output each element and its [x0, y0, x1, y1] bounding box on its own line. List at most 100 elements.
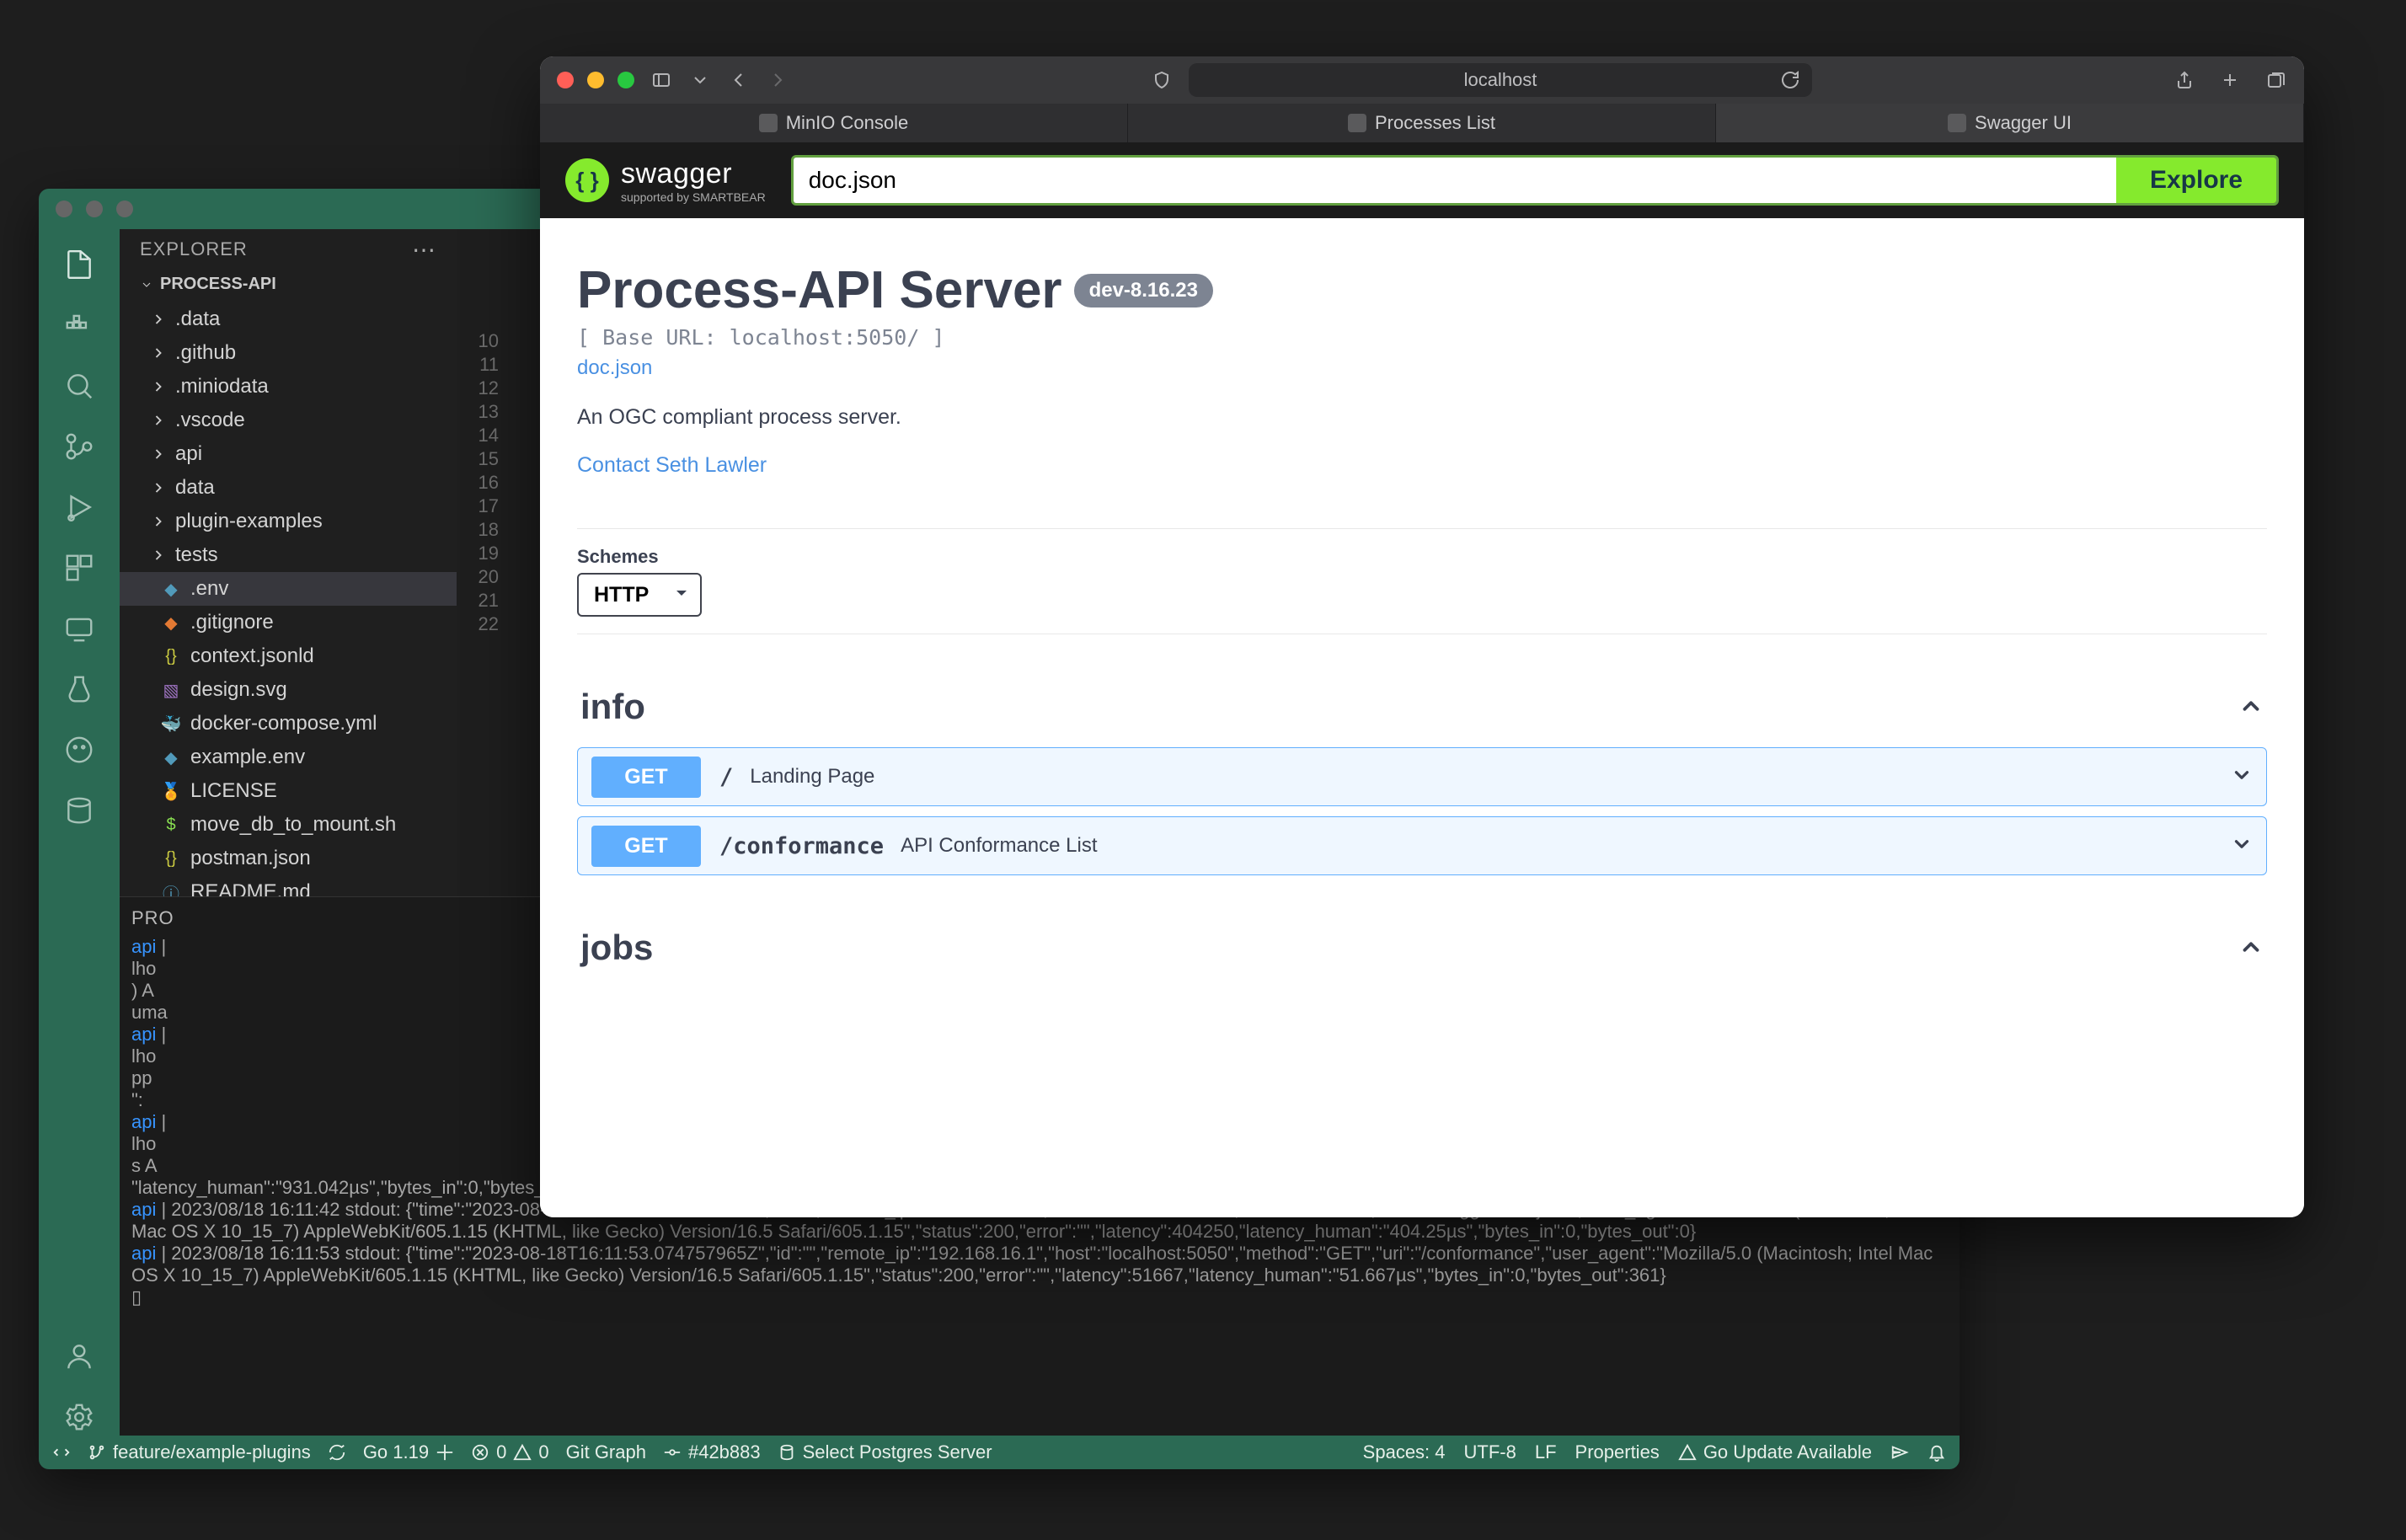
docker-icon[interactable]	[61, 307, 98, 344]
api-title: Process-API Server	[577, 260, 1062, 320]
folder-row[interactable]: plugin-examples	[120, 505, 457, 538]
chevron-up-icon	[2238, 687, 2264, 727]
sidebar-toggle-icon[interactable]	[650, 68, 673, 92]
status-problems[interactable]: 00	[471, 1441, 549, 1463]
schemes-select[interactable]: HTTP	[577, 573, 702, 617]
account-icon[interactable]	[61, 1338, 98, 1375]
chevron-down-icon[interactable]	[688, 68, 712, 92]
favicon	[759, 114, 778, 132]
file-row[interactable]: ◆example.env	[120, 741, 457, 774]
status-feedback-icon[interactable]	[1890, 1443, 1909, 1462]
source-control-icon[interactable]	[61, 428, 98, 465]
api-description: An OGC compliant process server.	[577, 405, 2267, 430]
version-badge: dev-8.16.23	[1074, 274, 1213, 307]
schemes-label: Schemes	[577, 546, 2267, 568]
traffic-close[interactable]	[56, 201, 72, 217]
shield-icon[interactable]	[1150, 68, 1174, 92]
chevron-up-icon	[2238, 928, 2264, 968]
traffic-max[interactable]	[618, 72, 634, 88]
operation-row[interactable]: GET/conformanceAPI Conformance List	[577, 816, 2267, 875]
file-row[interactable]: 🐳docker-compose.yml	[120, 707, 457, 741]
search-icon[interactable]	[61, 367, 98, 404]
status-remote[interactable]	[52, 1443, 71, 1462]
run-debug-icon[interactable]	[61, 489, 98, 526]
file-row[interactable]: {}postman.json	[120, 842, 457, 875]
explorer-icon[interactable]	[61, 246, 98, 283]
status-postgres[interactable]: Select Postgres Server	[778, 1441, 992, 1463]
file-icon: 🏅	[160, 780, 182, 802]
file-icon: ◆	[160, 746, 182, 768]
swagger-logo-icon: { }	[565, 158, 609, 202]
contact-link[interactable]: Contact Seth Lawler	[577, 453, 2267, 478]
op-path: /conformance	[719, 833, 884, 859]
back-icon[interactable]	[727, 68, 751, 92]
share-icon[interactable]	[2173, 68, 2196, 92]
status-bell-icon[interactable]	[1927, 1443, 1946, 1462]
file-row[interactable]: ◆.gitignore	[120, 606, 457, 639]
file-row[interactable]: ▧design.svg	[120, 673, 457, 707]
traffic-max[interactable]	[116, 201, 133, 217]
remote-icon[interactable]	[61, 610, 98, 647]
folder-row[interactable]: tests	[120, 538, 457, 572]
traffic-close[interactable]	[557, 72, 574, 88]
status-git-graph[interactable]: Git Graph	[566, 1441, 646, 1463]
tag-header[interactable]: info	[577, 676, 2267, 737]
activity-bar	[39, 229, 120, 1436]
address-bar[interactable]: localhost	[1189, 63, 1812, 97]
folder-row[interactable]: data	[120, 471, 457, 505]
file-icon: ◆	[160, 578, 182, 600]
browser-tab[interactable]: MinIO Console	[540, 104, 1128, 142]
file-row[interactable]: 🏅LICENSE	[120, 774, 457, 808]
forward-icon[interactable]	[766, 68, 789, 92]
folder-row[interactable]: .data	[120, 302, 457, 336]
database-icon[interactable]	[61, 792, 98, 829]
testing-icon[interactable]	[61, 671, 98, 708]
go-icon[interactable]	[61, 731, 98, 768]
status-commit[interactable]: #42b883	[663, 1441, 761, 1463]
status-branch[interactable]: feature/example-plugins	[88, 1441, 311, 1463]
tab-overview-icon[interactable]	[2264, 68, 2287, 92]
editor-gutter: 10111213141516171819202122	[457, 229, 504, 637]
status-go-update[interactable]: Go Update Available	[1678, 1441, 1872, 1463]
folder-row[interactable]: api	[120, 437, 457, 471]
status-spaces[interactable]: Spaces: 4	[1363, 1441, 1446, 1463]
file-row[interactable]: {}context.jsonld	[120, 639, 457, 673]
explore-button[interactable]: Explore	[2116, 158, 2276, 203]
operation-row[interactable]: GET/Landing Page	[577, 747, 2267, 806]
address-text: localhost	[1464, 69, 1537, 91]
traffic-min[interactable]	[86, 201, 103, 217]
terminal-line: api | 2023/08/18 16:11:53 stdout: {"time…	[131, 1243, 1948, 1286]
folder-row[interactable]: .github	[120, 336, 457, 370]
reload-icon[interactable]	[1778, 68, 1802, 92]
status-go-version[interactable]: Go 1.19	[363, 1441, 454, 1463]
folder-row[interactable]: .miniodata	[120, 370, 457, 404]
vscode-traffic-lights[interactable]	[56, 201, 133, 217]
status-sync[interactable]	[328, 1443, 346, 1462]
browser-tab[interactable]: Processes List	[1128, 104, 1716, 142]
file-row[interactable]: ◆.env	[120, 572, 457, 606]
swagger-logo-text: swagger	[621, 158, 766, 190]
api-title-row: Process-API Server dev-8.16.23	[577, 260, 2267, 320]
extensions-icon[interactable]	[61, 549, 98, 586]
new-tab-icon[interactable]	[2218, 68, 2242, 92]
file-row[interactable]: $move_db_to_mount.sh	[120, 808, 457, 842]
sidebar-more-icon[interactable]: ⋯	[412, 236, 436, 264]
chevron-down-icon	[2231, 764, 2253, 790]
status-language[interactable]: Properties	[1575, 1441, 1660, 1463]
status-eol[interactable]: LF	[1535, 1441, 1557, 1463]
project-name: PROCESS-API	[160, 275, 276, 294]
status-encoding[interactable]: UTF-8	[1464, 1441, 1516, 1463]
tag-header[interactable]: jobs	[577, 917, 2267, 978]
safari-traffic-lights[interactable]	[557, 72, 634, 88]
browser-tab[interactable]: Swagger UI	[1716, 104, 2304, 142]
swagger-topbar: { } swagger supported by SMARTBEAR Explo…	[540, 142, 2304, 218]
method-badge: GET	[591, 826, 701, 867]
swagger-url-input[interactable]	[794, 158, 2116, 203]
file-icon: $	[160, 814, 182, 836]
folder-row[interactable]: .vscode	[120, 404, 457, 437]
settings-gear-icon[interactable]	[61, 1398, 98, 1436]
spec-link[interactable]: doc.json	[577, 356, 2267, 380]
project-name-row[interactable]: PROCESS-API	[120, 270, 457, 299]
op-path: /	[719, 764, 733, 790]
traffic-min[interactable]	[587, 72, 604, 88]
